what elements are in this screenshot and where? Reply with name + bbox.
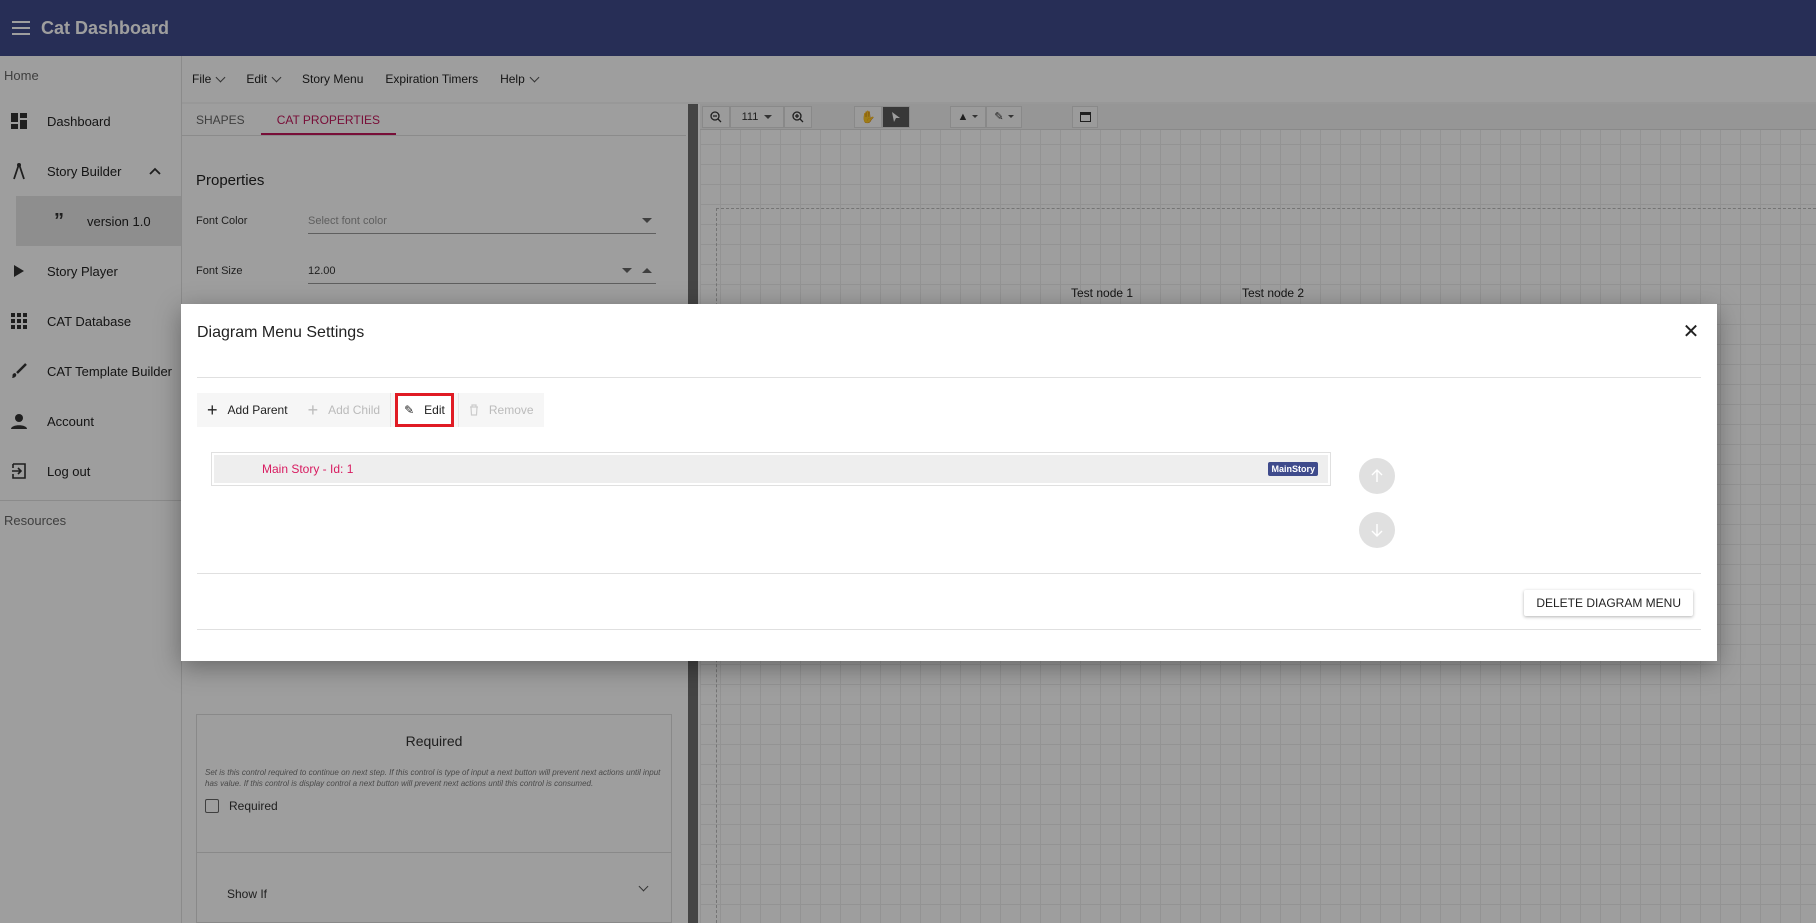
add-parent-label: Add Parent (227, 403, 288, 417)
dialog-divider (197, 629, 1701, 630)
add-child-button[interactable]: + Add Child (298, 393, 391, 427)
arrow-up-icon (1371, 469, 1383, 482)
plus-icon: + (307, 400, 319, 420)
dialog-title: Diagram Menu Settings (197, 324, 365, 341)
diagram-menu-settings-dialog: Diagram Menu Settings ✕ + Add Parent + A… (181, 304, 1717, 661)
trash-icon (469, 404, 478, 416)
pencil-icon: ✎ (404, 403, 415, 417)
list-item-label: Main Story - Id: 1 (262, 462, 354, 476)
add-child-label: Add Child (328, 403, 381, 417)
move-down-button[interactable] (1359, 512, 1395, 548)
remove-button[interactable]: Remove (459, 393, 544, 427)
dialog-divider (197, 377, 1701, 378)
remove-label: Remove (488, 403, 534, 417)
close-icon[interactable]: ✕ (1681, 322, 1701, 342)
dialog-toolbar: + Add Parent + Add Child ✎ Edit Remove (197, 393, 544, 427)
toolbar-separator (390, 393, 392, 427)
plus-icon: + (207, 400, 218, 420)
list-item[interactable]: Main Story - Id: 1 MainStory (214, 455, 1328, 483)
main-story-badge: MainStory (1268, 462, 1318, 476)
dialog-divider (197, 573, 1701, 574)
arrow-down-icon (1371, 524, 1383, 537)
move-up-button[interactable] (1359, 458, 1395, 494)
diagram-menu-list: Main Story - Id: 1 MainStory (211, 452, 1331, 486)
add-parent-button[interactable]: + Add Parent (197, 393, 298, 427)
delete-diagram-menu-button[interactable]: DELETE DIAGRAM MENU (1524, 590, 1693, 616)
edit-label: Edit (424, 403, 445, 417)
edit-button[interactable]: ✎ Edit (395, 393, 454, 427)
